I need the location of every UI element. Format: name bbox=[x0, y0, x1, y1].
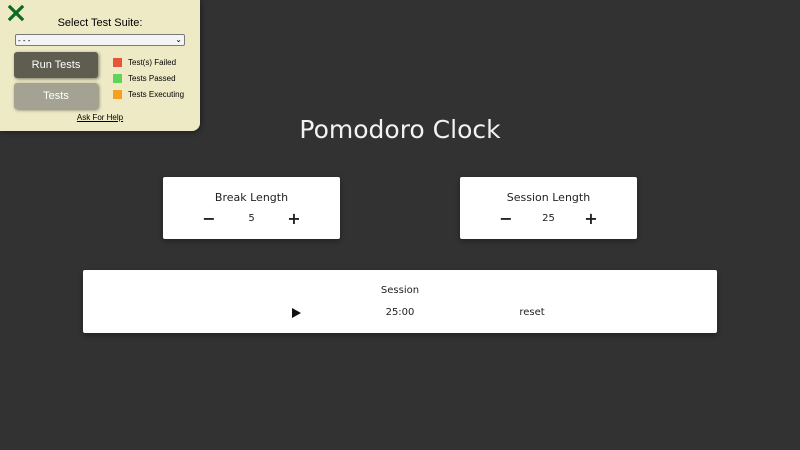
break-increment-button[interactable]: + bbox=[286, 211, 302, 227]
legend-failed-label: Test(s) Failed bbox=[128, 58, 177, 67]
test-suite-select-value: - - - bbox=[18, 35, 31, 45]
legend-passed: Tests Passed bbox=[113, 74, 176, 83]
break-length-label: Break Length bbox=[214, 191, 289, 204]
tests-button[interactable]: Tests bbox=[14, 83, 98, 109]
break-controls: − 5 + bbox=[163, 211, 340, 227]
timer-label: Session bbox=[380, 285, 420, 296]
legend-executing-label: Tests Executing bbox=[128, 90, 185, 99]
test-suite-select[interactable]: - - - ⌄ bbox=[15, 34, 185, 46]
executing-swatch bbox=[113, 90, 122, 99]
time-left-display: 25:00 bbox=[385, 307, 415, 318]
legend-executing: Tests Executing bbox=[113, 90, 184, 99]
legend-failed: Test(s) Failed bbox=[113, 58, 176, 67]
timer-card: Session bbox=[83, 270, 717, 333]
test-suite-panel: Select Test Suite: - - - ⌄ Run Tests Tes… bbox=[0, 0, 200, 131]
failed-swatch bbox=[113, 58, 122, 67]
session-controls: − 25 + bbox=[460, 211, 637, 227]
passed-swatch bbox=[113, 74, 122, 83]
break-length-value: 5 bbox=[248, 213, 255, 224]
session-length-label: Session Length bbox=[506, 191, 591, 204]
page: Select Test Suite: - - - ⌄ Run Tests Tes… bbox=[0, 0, 800, 450]
page-title: Pomodoro Clock bbox=[299, 115, 501, 144]
play-icon[interactable] bbox=[290, 307, 302, 319]
break-length-card: Break Length − 5 + bbox=[163, 177, 340, 239]
test-suite-title: Select Test Suite: bbox=[57, 17, 143, 29]
session-increment-button[interactable]: + bbox=[583, 211, 599, 227]
session-length-value: 25 bbox=[542, 213, 555, 224]
reset-button[interactable]: reset bbox=[512, 307, 552, 318]
run-tests-button[interactable]: Run Tests bbox=[14, 52, 98, 78]
chevron-down-icon: ⌄ bbox=[175, 35, 182, 44]
session-length-card: Session Length − 25 + bbox=[460, 177, 637, 239]
legend-passed-label: Tests Passed bbox=[128, 74, 176, 83]
